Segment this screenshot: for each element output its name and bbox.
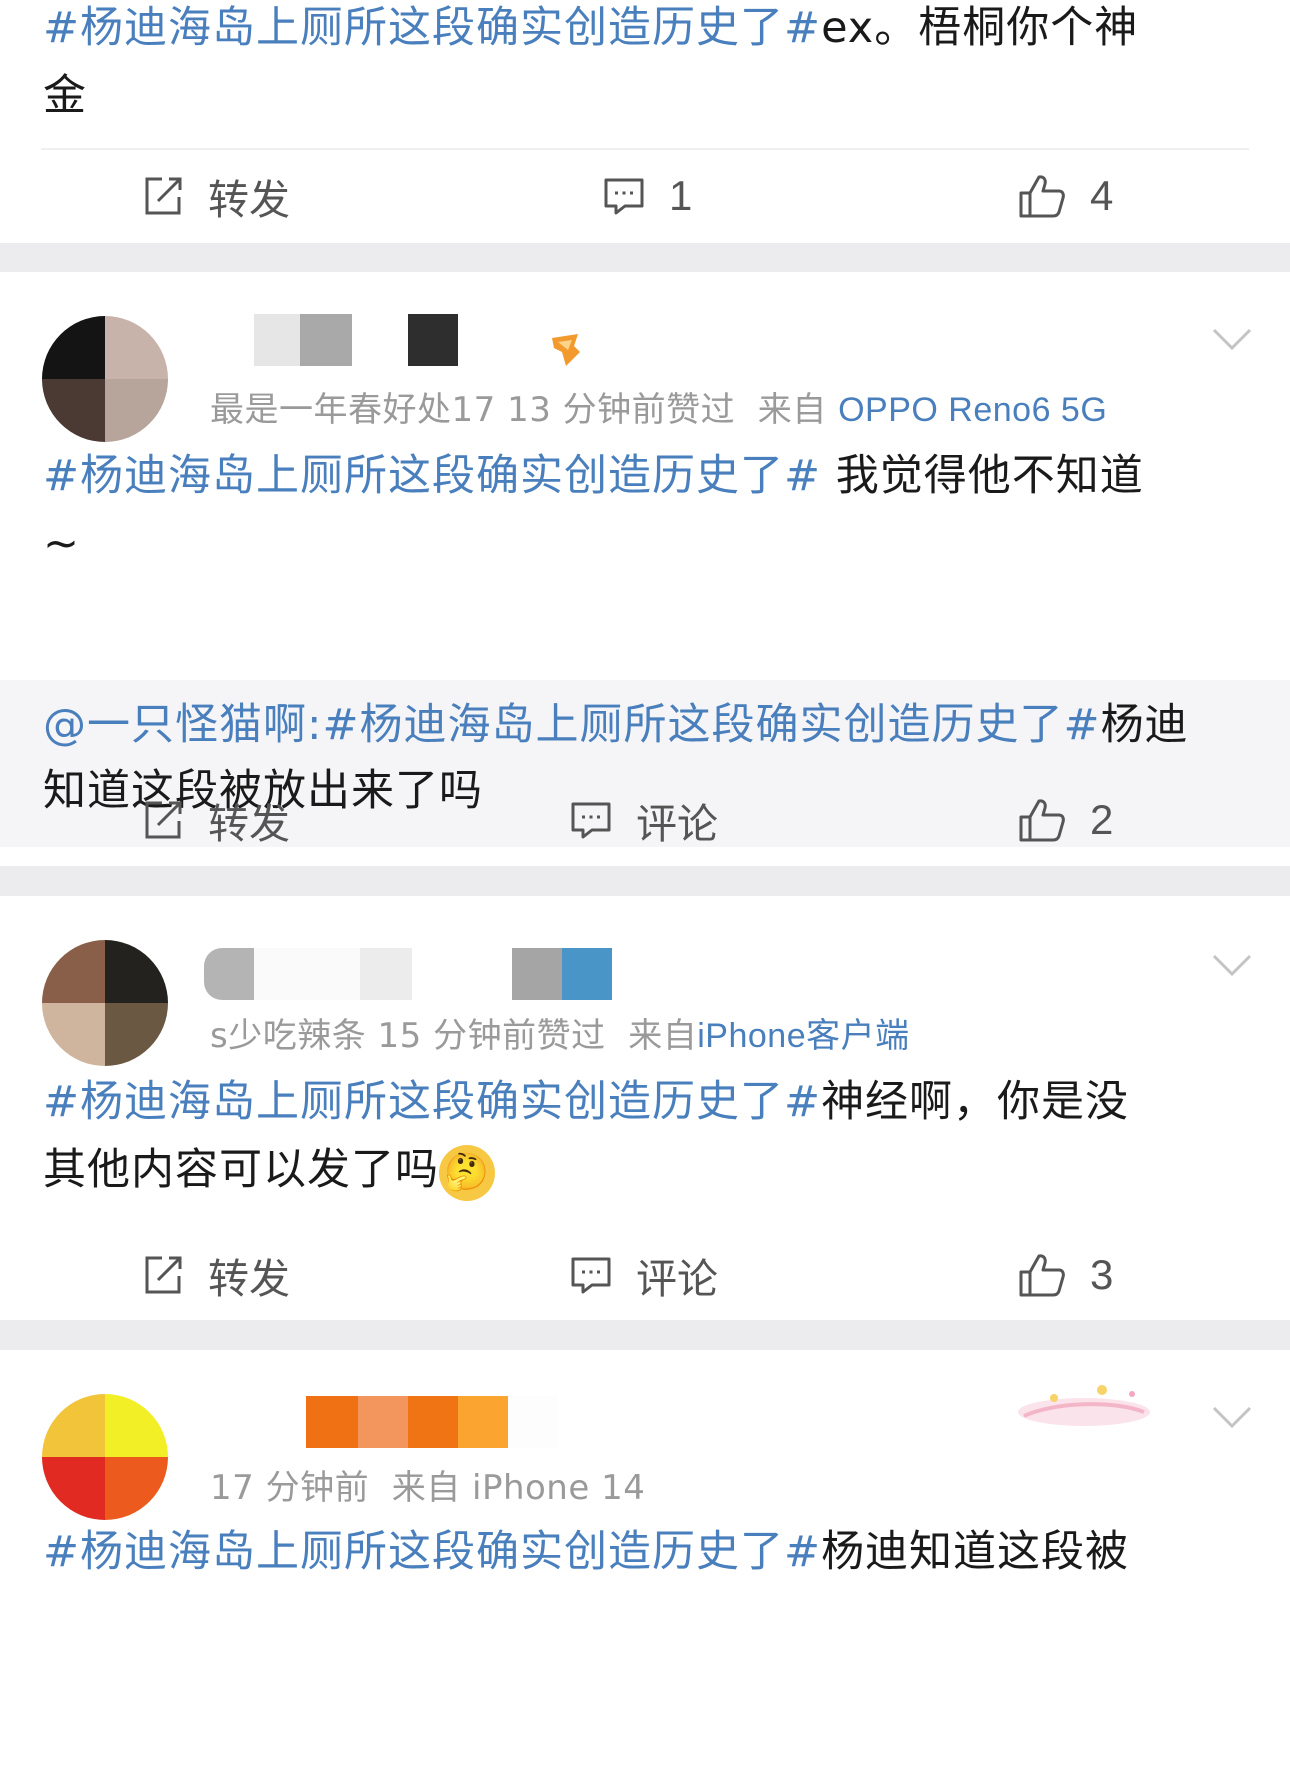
repost-icon xyxy=(145,177,182,215)
like-icon xyxy=(1019,175,1065,218)
mention-link[interactable]: @一只怪猫啊: xyxy=(43,700,323,750)
comment-button[interactable]: 评论 xyxy=(570,775,718,865)
comment-icon xyxy=(571,802,611,839)
post-text: #杨迪海岛上厕所这段确实创造历史了# 我觉得他不知道 ~ xyxy=(43,451,1144,569)
repost-icon xyxy=(145,801,182,839)
topic-link[interactable]: #杨迪海岛上厕所这段确实创造历史了# xyxy=(43,1527,821,1577)
decoration-badge-icon xyxy=(1018,1385,1150,1426)
post-card-4: 17 分钟前 来自 iPhone 14 #杨迪海岛上厕所这段确实创造历史了#杨迪… xyxy=(0,1350,1290,1774)
repost-icon xyxy=(145,1256,182,1294)
post-meta: 17 分钟前 来自 iPhone 14 xyxy=(210,1468,646,1508)
comment-button[interactable]: 1 xyxy=(603,151,692,241)
action-bar: 转发 评论 2 xyxy=(0,775,1290,865)
username-blurred[interactable] xyxy=(254,314,458,366)
repost-button[interactable]: 转发 xyxy=(142,151,290,241)
username-blurred[interactable] xyxy=(204,948,612,1000)
post-text: #杨迪海岛上厕所这段确实创造历史了#ex。梧桐你个神 金 xyxy=(43,3,1139,121)
avatar[interactable] xyxy=(42,316,168,442)
thinking-emoji: 🤔 xyxy=(439,1144,495,1201)
action-bar: 转发 评论 3 xyxy=(0,1230,1290,1320)
post-card-3: s少吃辣条 15 分钟前赞过 来自iPhone客户端 #杨迪海岛上厕所这段确实创… xyxy=(0,896,1290,1386)
post-meta: 最是一年春好处17 13 分钟前赞过 来自 OPPO Reno6 5G xyxy=(210,390,1108,430)
fan-badge-icon xyxy=(552,334,580,366)
topic-link[interactable]: #杨迪海岛上厕所这段确实创造历史了# xyxy=(323,700,1101,750)
comment-icon xyxy=(571,1257,611,1294)
chevron-down-icon[interactable] xyxy=(1212,1406,1252,1428)
post-text: #杨迪海岛上厕所这段确实创造历史了#杨迪知道这段被 xyxy=(43,1527,1130,1577)
topic-link[interactable]: #杨迪海岛上厕所这段确实创造历史了# xyxy=(43,3,821,53)
chevron-down-icon[interactable] xyxy=(1212,328,1252,350)
action-bar: 转发 1 4 xyxy=(0,151,1290,241)
username-blurred[interactable] xyxy=(306,1396,558,1448)
divider xyxy=(41,148,1249,150)
post-meta: s少吃辣条 15 分钟前赞过 来自iPhone客户端 xyxy=(210,1016,910,1056)
post-card-1: #杨迪海岛上厕所这段确实创造历史了#ex。梧桐你个神 金 转发 1 4 xyxy=(0,0,1290,243)
chevron-down-icon[interactable] xyxy=(1212,954,1252,976)
post-card-2: 最是一年春好处17 13 分钟前赞过 来自 OPPO Reno6 5G #杨迪海… xyxy=(0,272,1290,866)
like-icon xyxy=(1019,1254,1065,1297)
comment-button[interactable]: 评论 xyxy=(570,1230,718,1320)
like-button[interactable]: 4 xyxy=(1018,151,1113,241)
repost-button[interactable]: 转发 xyxy=(142,1230,290,1320)
comment-icon xyxy=(604,178,644,215)
topic-link[interactable]: #杨迪海岛上厕所这段确实创造历史了# xyxy=(43,451,821,501)
like-button[interactable]: 3 xyxy=(1018,1230,1113,1320)
post-text: #杨迪海岛上厕所这段确实创造历史了#神经啊，你是没 其他内容可以发了吗 🤔 xyxy=(0,1068,1290,1204)
avatar[interactable] xyxy=(42,1394,168,1520)
like-button[interactable]: 2 xyxy=(1018,775,1113,865)
avatar[interactable] xyxy=(42,940,168,1066)
repost-button[interactable]: 转发 xyxy=(142,775,290,865)
topic-link[interactable]: #杨迪海岛上厕所这段确实创造历史了# xyxy=(43,1077,821,1127)
like-icon xyxy=(1019,799,1065,842)
